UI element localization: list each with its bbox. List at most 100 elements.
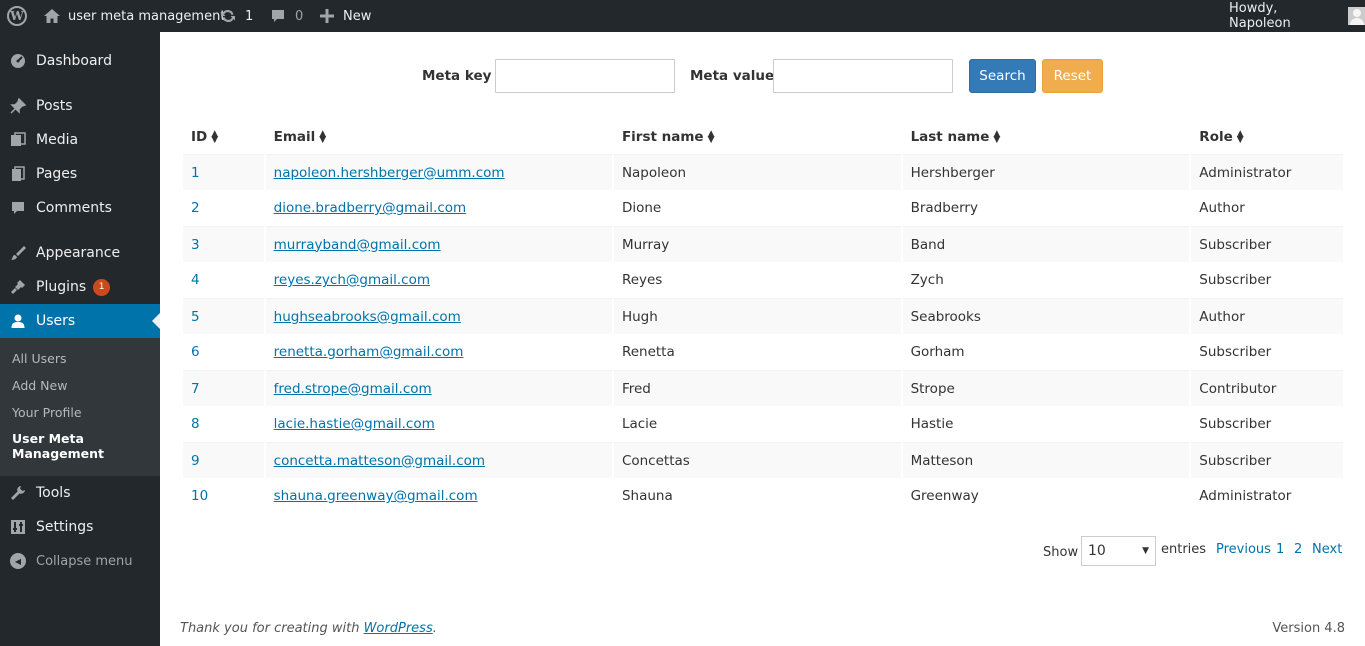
footer-version: Version 4.8 [1272,621,1345,636]
user-first-name: Dione [621,200,662,216]
table-cell: 6 [183,334,264,370]
brush-icon [0,245,36,261]
sort-icon: ▲ ▼ [211,129,219,145]
table-header-row: ID ▲ ▼ Email ▲ ▼ First name ▲ ▼ Last name ▲ ▼ Ro… [183,120,1343,154]
avatar [1347,7,1365,25]
user-id-link[interactable]: 1 [191,165,200,181]
updates-count: 1 [245,8,254,24]
user-id-link[interactable]: 6 [191,344,200,360]
collapse-menu-button[interactable]: ◀ Collapse menu [0,544,160,578]
user-id-link[interactable]: 7 [191,381,200,397]
comments-count: 0 [295,8,304,24]
entries-per-page-select[interactable]: 10 ▼ [1081,536,1156,566]
table-cell: napoleon.hershberger@umm.com [265,154,612,190]
sidebar-item-label: Settings [36,519,94,535]
sidebar-item-comments[interactable]: Comments [0,191,160,225]
user-email-link[interactable]: murrayband@gmail.com [274,237,441,253]
user-role: Subscriber [1199,344,1272,360]
table-cell: Hugh [613,298,901,334]
table-cell: Bradberry [903,190,1190,226]
user-email-link[interactable]: dione.bradberry@gmail.com [274,200,467,216]
user-id-link[interactable]: 9 [191,453,200,469]
wordpress-menu[interactable]: W [7,0,27,32]
sidebar-item-dashboard[interactable]: Dashboard [0,44,160,78]
table-cell: 1 [183,154,264,190]
wordpress-link[interactable]: WordPress [364,621,433,636]
show-label: Show [1043,544,1079,560]
sidebar-item-media[interactable]: Media [0,123,160,157]
sidebar-item-users[interactable]: Users [0,304,160,338]
submenu-user-meta-management[interactable]: User Meta Management [12,431,112,461]
table-cell: 3 [183,226,264,262]
pagination-previous[interactable]: Previous [1216,542,1271,557]
footer-thanks-suffix: . [432,621,437,636]
user-email-link[interactable]: renetta.gorham@gmail.com [274,344,464,360]
user-email-link[interactable]: hughseabrooks@gmail.com [274,309,461,325]
submenu-your-profile[interactable]: Your Profile [12,405,82,420]
sidebar-item-posts[interactable]: Posts [0,89,160,123]
site-name-link[interactable]: user meta management [43,0,225,32]
site-name: user meta management [68,8,226,24]
table-cell: Seabrooks [902,298,1190,334]
entries-label: entries [1161,541,1207,557]
submenu-all-users[interactable]: All Users [12,351,66,366]
updates-link[interactable]: 1 [219,0,253,32]
column-header-email[interactable]: Email ▲ ▼ [266,120,612,154]
sidebar-item-label: Appearance [36,245,121,261]
user-first-name: Reyes [621,272,663,288]
pagination-page-1[interactable]: 1 [1276,542,1284,557]
sidebar-item-pages[interactable]: Pages [0,157,160,191]
sidebar-item-plugins[interactable]: Plugins 1 [0,270,160,304]
meta-value-input[interactable] [773,59,953,93]
user-email-link[interactable]: lacie.hastie@gmail.com [274,416,435,432]
user-id-link[interactable]: 4 [191,272,200,288]
table-cell: Napoleon [613,154,901,190]
new-content-link[interactable]: New [320,0,371,32]
sidebar-item-label: Plugins [36,279,87,295]
comment-icon [270,8,286,24]
table-cell: Administrator [1191,154,1343,190]
my-account-link[interactable]: Howdy, Napoleon [1229,0,1365,32]
table-cell: Murray [613,226,901,262]
sidebar-item-settings[interactable]: Settings [0,510,160,544]
pagination-page-2[interactable]: 2 [1294,542,1302,557]
comments-link[interactable]: 0 [270,0,303,32]
table-cell: Administrator [1191,478,1343,514]
reset-button[interactable]: Reset [1042,59,1103,93]
sidebar-item-label: Media [36,132,79,148]
admin-sidebar: Dashboard Posts Media Pages Comments App… [0,32,160,646]
user-id-link[interactable]: 2 [191,200,200,216]
table-cell: 5 [183,298,264,334]
user-email-link[interactable]: fred.strope@gmail.com [274,381,432,397]
user-id-link[interactable]: 10 [191,488,208,504]
user-last-name: Strope [910,380,955,397]
user-id-link[interactable]: 3 [191,237,200,253]
user-id-link[interactable]: 5 [191,309,200,325]
meta-key-label: Meta key : [422,68,502,84]
sidebar-item-tools[interactable]: Tools [0,476,160,510]
user-email-link[interactable]: shauna.greenway@gmail.com [274,488,478,504]
table-cell: Fred [613,370,901,406]
pagination-next[interactable]: Next [1312,542,1342,557]
user-email-link[interactable]: napoleon.hershberger@umm.com [274,165,505,181]
table-cell: Greenway [903,478,1190,514]
sidebar-item-appearance[interactable]: Appearance [0,236,160,270]
sort-icon: ▲ ▼ [1236,129,1244,145]
submenu-add-new[interactable]: Add New [12,378,67,393]
dropdown-caret-icon: ▼ [1142,546,1149,556]
user-email-link[interactable]: concetta.matteson@gmail.com [274,453,485,469]
user-email-link[interactable]: reyes.zych@gmail.com [274,272,430,288]
user-first-name: Renetta [621,344,675,360]
column-header-id[interactable]: ID ▲ ▼ [183,120,264,154]
column-header-role[interactable]: Role ▲ ▼ [1191,120,1343,154]
user-id-link[interactable]: 8 [191,416,200,432]
column-header-first-name[interactable]: First name ▲ ▼ [614,120,901,154]
sort-icon: ▲ ▼ [707,129,715,145]
table-cell: reyes.zych@gmail.com [266,262,612,298]
table-cell: Dione [614,190,901,226]
meta-key-input[interactable] [495,59,675,93]
search-button[interactable]: Search [969,59,1036,93]
user-first-name: Lacie [621,416,658,432]
column-header-last-name[interactable]: Last name ▲ ▼ [903,120,1190,154]
user-role: Author [1199,200,1245,216]
